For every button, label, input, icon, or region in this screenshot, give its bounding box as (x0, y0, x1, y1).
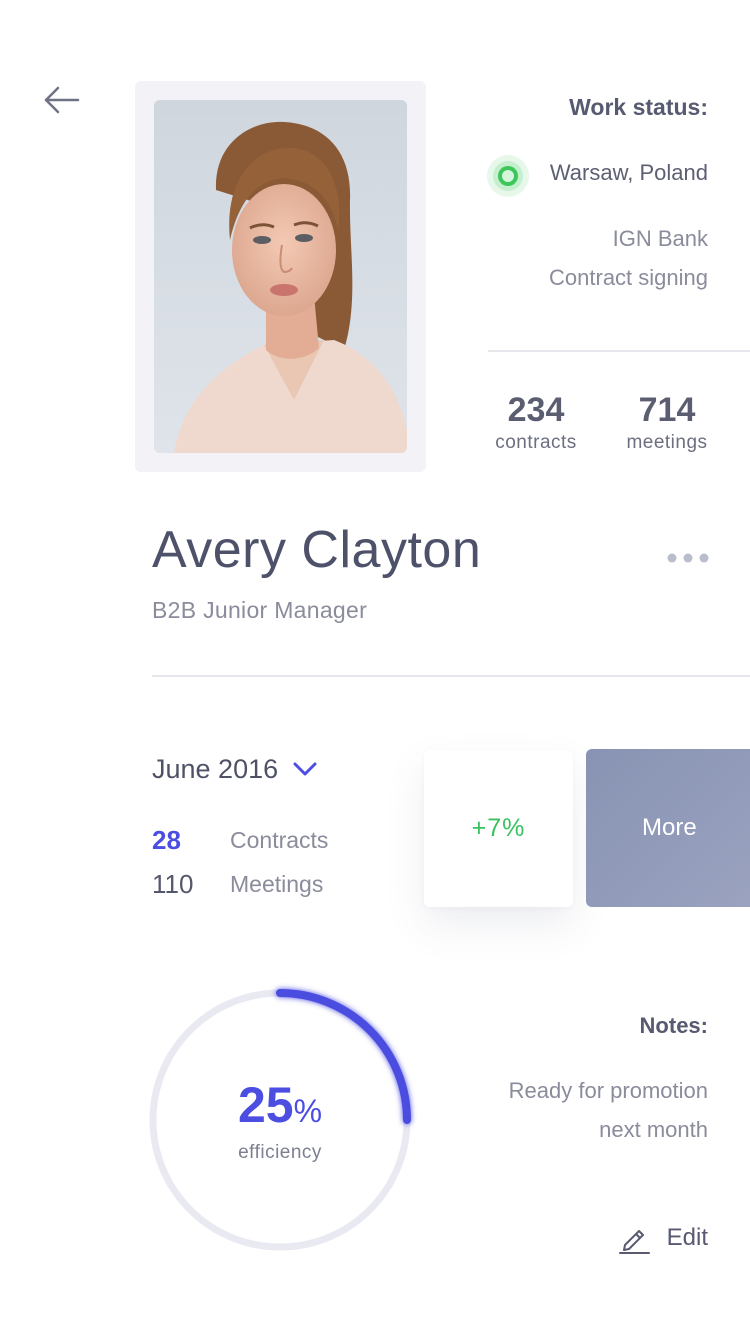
more-button-label: More (642, 814, 697, 841)
work-activity: Contract signing (549, 265, 708, 290)
period-meetings-label: Meetings (230, 870, 324, 897)
profile-screen: Work status: Warsaw, Poland IGN Bank Con… (0, 0, 750, 1334)
stat-contracts-label: contracts (495, 432, 577, 453)
stat-contracts: 234 contracts (486, 390, 586, 456)
portrait-illustration (154, 100, 407, 453)
period-contracts: 28 Contracts (152, 823, 372, 857)
edit-notes-button[interactable]: Edit (617, 1218, 708, 1258)
period-meetings-value: 110 (152, 868, 194, 899)
work-status-title: Work status: (569, 94, 708, 120)
efficiency-number: 25 (237, 1077, 294, 1133)
status-online-icon (486, 154, 530, 198)
efficiency-value: 25% (140, 1076, 420, 1134)
notes-title: Notes: (639, 1013, 708, 1038)
period-contracts-label: Contracts (230, 826, 329, 853)
growth-card: +7% (424, 750, 573, 907)
pencil-icon (618, 1230, 650, 1254)
efficiency-unit: % (293, 1093, 323, 1129)
period-contracts-value: 28 (152, 824, 181, 855)
profile-name: Avery Clayton (152, 521, 482, 579)
notes-text-line: Ready for promotion (508, 1078, 708, 1103)
efficiency-label: efficiency (238, 1142, 322, 1163)
divider (488, 350, 750, 352)
work-location: Warsaw, Poland (549, 160, 708, 185)
stat-contracts-value: 234 (507, 391, 565, 429)
profile-photo-card (135, 81, 426, 472)
notes-text-line: next month (599, 1117, 708, 1142)
more-button[interactable]: More (586, 749, 750, 907)
period-selector[interactable]: June 2016 (152, 750, 318, 788)
divider (152, 675, 750, 677)
period-label: June 2016 (152, 753, 279, 784)
work-company: IGN Bank (612, 226, 708, 251)
stat-meetings-value: 714 (638, 391, 696, 429)
more-options-button[interactable] (664, 545, 712, 571)
growth-value: +7% (471, 814, 526, 842)
stat-meetings-label: meetings (626, 432, 708, 453)
back-button[interactable] (36, 80, 88, 120)
chevron-down-icon (293, 762, 317, 776)
edit-label: Edit (666, 1224, 708, 1251)
arrow-left-icon (44, 86, 80, 114)
more-dots-icon (667, 553, 709, 563)
stat-meetings: 714 meetings (618, 390, 716, 456)
period-meetings: 110 Meetings (152, 867, 372, 901)
profile-role: B2B Junior Manager (152, 597, 368, 623)
profile-photo (154, 100, 407, 453)
